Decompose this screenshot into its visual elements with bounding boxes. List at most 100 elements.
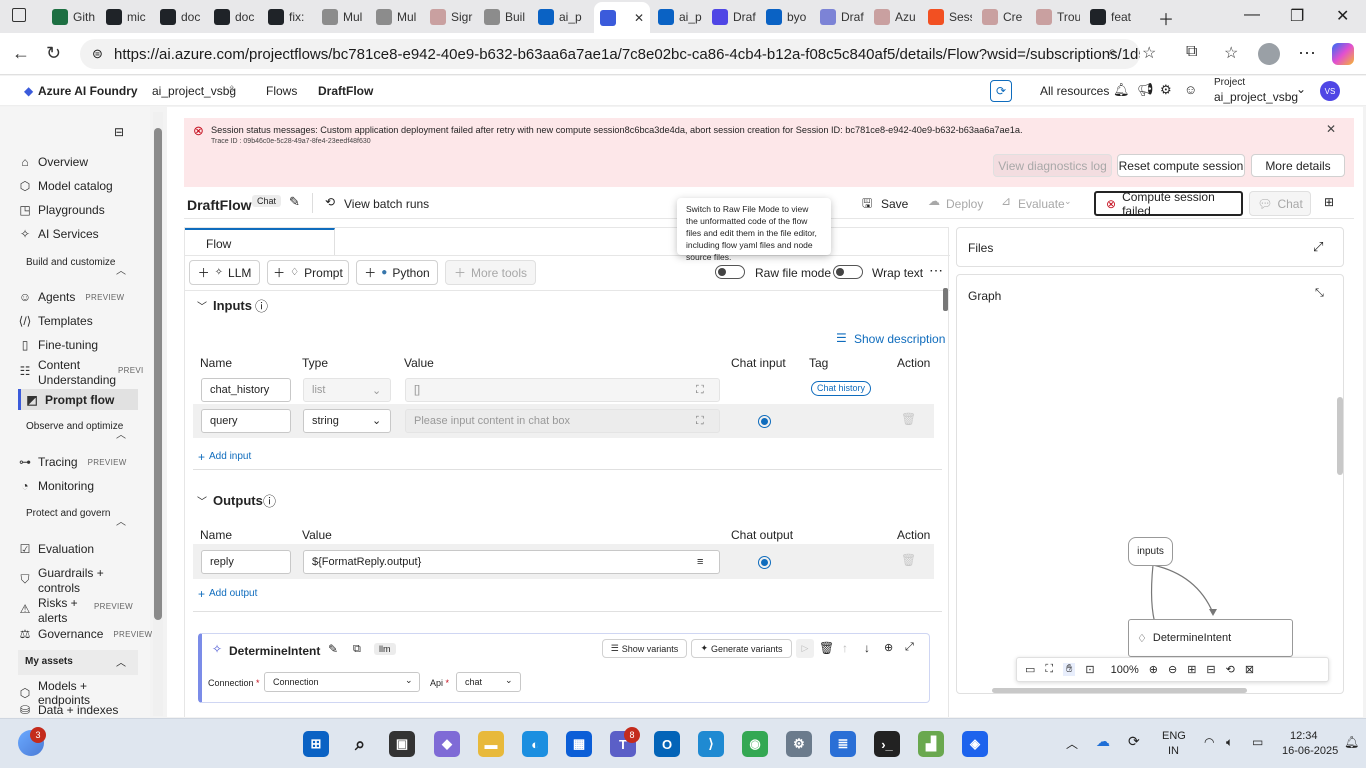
- flow-scroll-thumb[interactable]: [943, 288, 948, 311]
- browser-tab[interactable]: feat: [1084, 4, 1134, 30]
- reset-compute-button[interactable]: Reset compute session: [1117, 154, 1245, 177]
- notifications-icon[interactable]: 🔔︎: [1113, 82, 1130, 98]
- close-window-icon[interactable]: ✕: [1336, 6, 1349, 26]
- breadcrumb-current[interactable]: DraftFlow: [318, 84, 373, 98]
- sidebar-item-guardrails[interactable]: ⛉ Guardrails + controls: [18, 566, 138, 596]
- move-up-icon[interactable]: ↑: [842, 641, 848, 655]
- compute-session-button[interactable]: ⊗ Compute session failed: [1094, 190, 1243, 218]
- extensions-icon[interactable]: ⧉: [1186, 43, 1197, 61]
- add-prompt-button[interactable]: ＋ ♢ Prompt: [267, 260, 349, 285]
- delete-icon[interactable]: 🗑︎: [901, 412, 916, 426]
- save-icon[interactable]: 🖫︎: [862, 194, 872, 215]
- project-switch-icon[interactable]: ⇳: [228, 84, 236, 95]
- sidebar-item-templates[interactable]: ⟨/⟩ Templates: [18, 314, 138, 328]
- more-menu-icon[interactable]: ⋯: [1298, 43, 1316, 64]
- browser-tab[interactable]: Draf: [706, 4, 756, 30]
- graph-node-inputs[interactable]: inputs: [1128, 537, 1173, 566]
- fit-icon[interactable]: ⊞: [1187, 663, 1196, 676]
- graph-hscroll-thumb[interactable]: [992, 688, 1247, 693]
- add-llm-button[interactable]: ＋ ✧ LLM: [189, 260, 260, 285]
- image-icon[interactable]: ⛶: [1045, 663, 1053, 676]
- zoom-in-icon[interactable]: ⊕: [1149, 663, 1158, 676]
- panel-toggle-icon[interactable]: ⊞: [1324, 195, 1334, 209]
- input-name-field[interactable]: chat_history: [201, 378, 291, 402]
- delete-icon[interactable]: 🗑︎: [901, 553, 916, 567]
- browser-tab[interactable]: Buil: [478, 4, 528, 30]
- add-input-link[interactable]: Add input: [209, 451, 251, 462]
- add-python-button[interactable]: ＋ ● Python: [356, 260, 438, 285]
- sidebar-item-tracing[interactable]: ⊶ Tracing PREVIEW: [18, 455, 138, 469]
- browser-tab[interactable]: Mul: [316, 4, 366, 30]
- sidebar-scrollbar[interactable]: [153, 112, 163, 716]
- sidebar-item-prompt-flow[interactable]: ◩ Prompt flow: [18, 389, 138, 410]
- outlook-icon[interactable]: O: [654, 731, 680, 757]
- connection-select[interactable]: Connection ⌄: [264, 672, 420, 692]
- minimize-icon[interactable]: —: [1244, 6, 1260, 24]
- m365-icon[interactable]: ◆: [434, 731, 460, 757]
- url-field[interactable]: ⊜ https://ai.azure.com/projectflows/bc78…: [80, 39, 1140, 69]
- locate-icon[interactable]: ⊕: [884, 641, 893, 654]
- collapse-chevron-icon[interactable]: ﹀: [197, 298, 207, 313]
- browser-tab[interactable]: ai_p: [652, 4, 702, 30]
- browser-tab[interactable]: byo: [760, 4, 810, 30]
- restore-icon[interactable]: ❐: [1290, 6, 1304, 26]
- fit-width-icon[interactable]: ⊟: [1206, 663, 1215, 676]
- sidebar-item-overview[interactable]: ⌂ Overview: [18, 155, 138, 169]
- chrome-icon[interactable]: ◉: [742, 731, 768, 757]
- pan-hand-icon[interactable]: ✋︎: [1063, 663, 1076, 676]
- browser-tab[interactable]: Draf: [814, 4, 864, 30]
- browser-tab[interactable]: doc: [154, 4, 204, 30]
- battery-icon[interactable]: ▭: [1252, 735, 1263, 749]
- site-info-icon[interactable]: ⊜: [92, 46, 103, 62]
- output-name-field[interactable]: reply: [201, 550, 291, 574]
- sync-icon[interactable]: ⟳: [1128, 733, 1140, 750]
- expand-icon[interactable]: ⛶: [696, 415, 704, 428]
- volume-icon[interactable]: 🔈︎: [1226, 735, 1233, 750]
- deploy-button[interactable]: Deploy: [946, 197, 983, 211]
- move-down-icon[interactable]: ↓: [864, 641, 870, 655]
- more-options-icon[interactable]: ⋯: [929, 262, 943, 279]
- close-tab-icon[interactable]: ✕: [634, 11, 644, 25]
- store-icon[interactable]: ▦: [566, 731, 592, 757]
- sidebar-item-model-catalog[interactable]: ⬡ Model catalog: [18, 179, 138, 193]
- zoom-search-icon[interactable]: ⌕: [1108, 43, 1116, 60]
- copy-icon[interactable]: ⧉: [353, 643, 361, 656]
- delete-icon[interactable]: 🗑︎: [819, 641, 834, 655]
- tab-actions-icon[interactable]: [12, 8, 26, 22]
- raw-file-mode-toggle[interactable]: [715, 265, 745, 279]
- charts-icon[interactable]: ▟: [918, 731, 944, 757]
- refresh-flow-icon[interactable]: ⟳: [990, 80, 1012, 102]
- settings-gear-icon[interactable]: ⚙: [1160, 82, 1172, 98]
- settings-icon[interactable]: ⚙: [786, 731, 812, 757]
- browser-tab[interactable]: ai_p: [532, 4, 588, 30]
- tray-chevron-icon[interactable]: ︿: [1066, 735, 1078, 752]
- sidebar-item-governance[interactable]: ⚖ Governance PREVIEW: [18, 627, 152, 641]
- sidebar-item-ai-services[interactable]: ✧ AI Services: [18, 227, 138, 241]
- start-button[interactable]: ⊞: [303, 731, 329, 757]
- expand-icon[interactable]: ⤢: [905, 641, 914, 654]
- history-icon[interactable]: ⟲: [325, 195, 335, 209]
- input-name-field[interactable]: query: [201, 409, 291, 433]
- terminal-icon[interactable]: ›_: [874, 731, 900, 757]
- wifi-icon[interactable]: ◠: [1204, 735, 1214, 749]
- zoom-out-icon[interactable]: ⊖: [1168, 663, 1177, 676]
- collapse-sidebar-icon[interactable]: ⊟: [114, 125, 124, 139]
- sidebar-item-playgrounds[interactable]: ◳ Playgrounds: [18, 203, 138, 217]
- project-name[interactable]: ai_project_vsbg: [1214, 90, 1298, 104]
- graph-node-determineintent[interactable]: ♢ DetermineIntent: [1128, 619, 1293, 657]
- user-avatar[interactable]: VS: [1320, 81, 1340, 101]
- show-description-link[interactable]: Show description: [854, 332, 945, 346]
- sidebar-item-monitoring[interactable]: ◔ Monitoring: [18, 479, 138, 493]
- breadcrumb-flows[interactable]: Flows: [266, 84, 297, 98]
- chat-button[interactable]: 💬︎ Chat: [1249, 191, 1311, 216]
- auto-layout-icon[interactable]: ⟲: [1226, 663, 1235, 676]
- tab-flow[interactable]: Flow: [185, 228, 335, 255]
- sidebar-item-evaluation[interactable]: ☑ Evaluation: [18, 542, 138, 556]
- edit-list-icon[interactable]: ≡: [697, 556, 703, 568]
- view-diagnostics-button[interactable]: View diagnostics log: [993, 154, 1112, 177]
- browser-tab[interactable]: Azu: [868, 4, 918, 30]
- browser-tab[interactable]: Cre: [976, 4, 1026, 30]
- my-assets-header[interactable]: My assets ︿: [18, 650, 138, 675]
- breadcrumb-project[interactable]: ai_project_vsbg: [152, 84, 236, 98]
- task-view-icon[interactable]: ▣: [389, 731, 415, 757]
